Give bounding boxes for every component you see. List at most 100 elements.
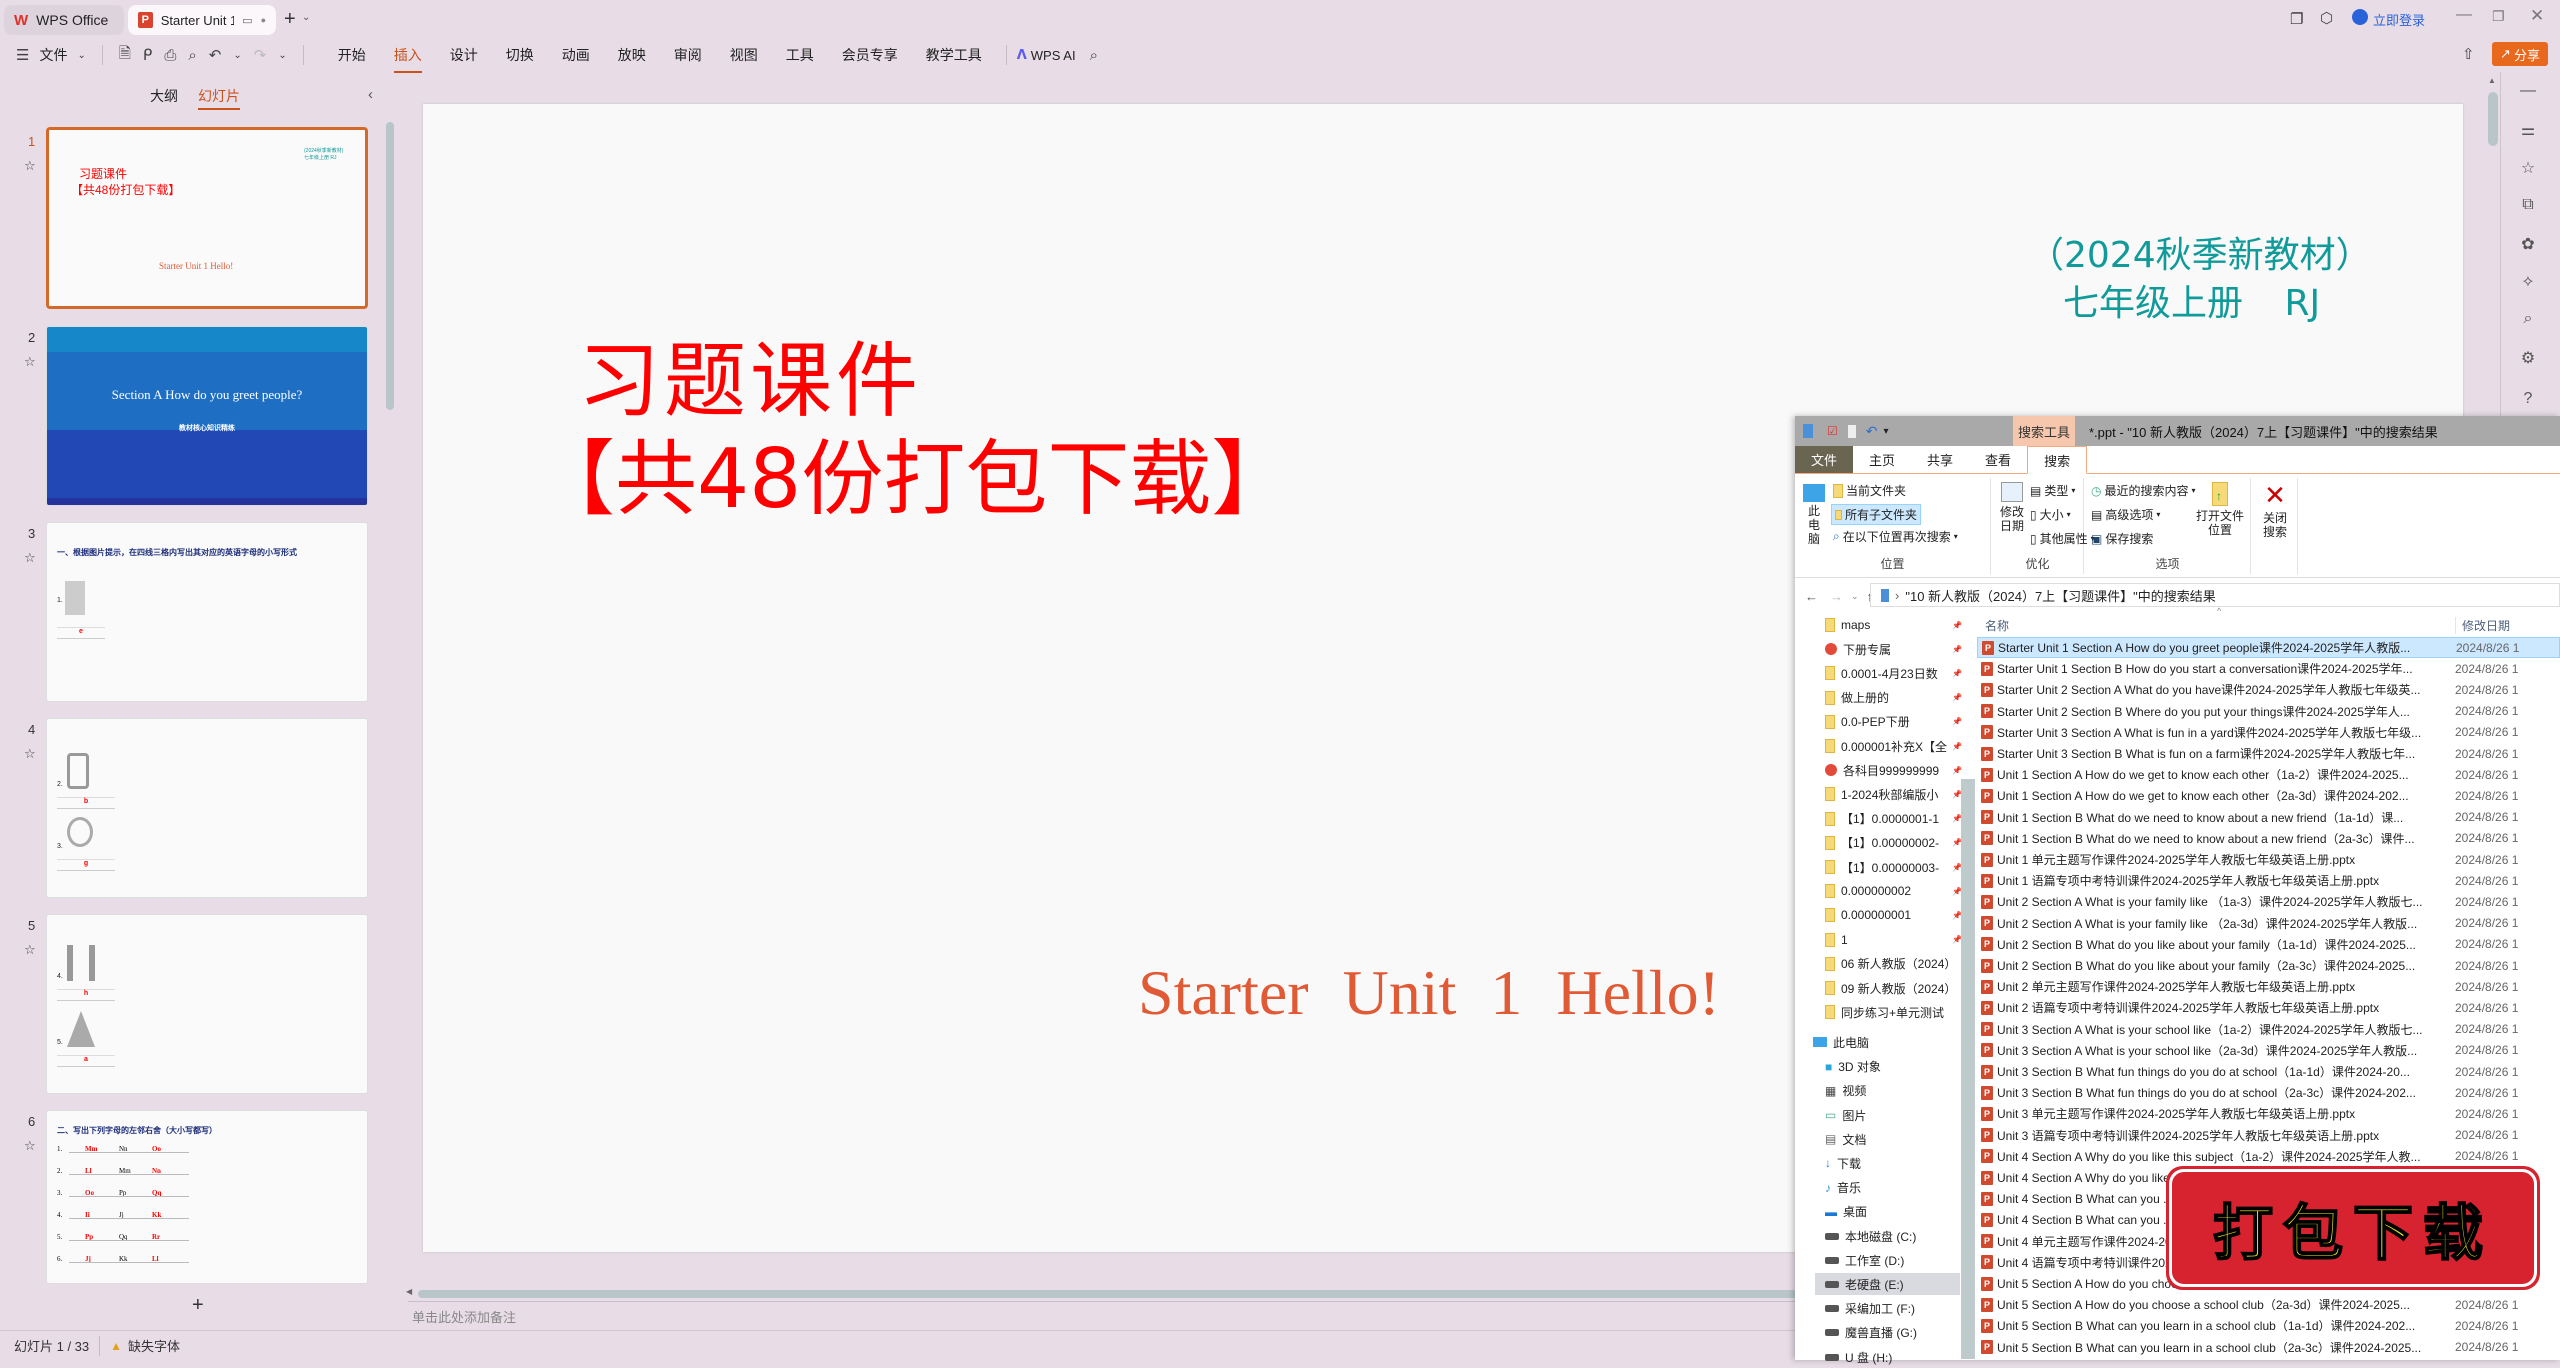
customize-toolbar-icon[interactable]: ▾: [1884, 426, 1889, 437]
magic-wand-icon[interactable]: ✧: [2518, 272, 2538, 292]
menu-view[interactable]: 视图: [716, 45, 772, 65]
all-subfolders-button[interactable]: 所有子文件夹: [1831, 504, 1922, 525]
nav-item-quick-access[interactable]: 【1】0.00000002- 📌: [1825, 832, 1970, 854]
size-button[interactable]: ▯ 大小 ▾: [2030, 506, 2071, 523]
user-avatar-icon[interactable]: [2352, 9, 2368, 25]
more-chevron-icon[interactable]: ⌄: [272, 50, 292, 61]
file-row[interactable]: P Unit 1 Section B What do we need to kno…: [1977, 807, 2560, 828]
restore-button[interactable]: ❐: [2492, 8, 2505, 25]
wps-ai-button[interactable]: WPS AI: [1027, 48, 1084, 63]
slide-thumb-2[interactable]: Section A How do you greet people? 教材核心知…: [46, 326, 368, 506]
window-layout-icon[interactable]: ❐: [2290, 10, 2303, 28]
ribbon-tab-file[interactable]: 文件: [1795, 446, 1854, 473]
nav-item-quick-access[interactable]: 09 新人教版（2024）: [1825, 977, 1970, 999]
star-icon[interactable]: ☆: [24, 158, 36, 174]
slide-title-line2[interactable]: 【共48份打包下载】: [533, 412, 1293, 531]
nav-item-quick-access[interactable]: 0.000001补充X【全 📌: [1825, 735, 1970, 757]
ribbon-tab-home[interactable]: 主页: [1853, 446, 1911, 473]
file-row[interactable]: P Unit 1 Section B What do we need to kno…: [1977, 828, 2560, 849]
nav-item-quick-access[interactable]: 0.0001-4月23日数 📌: [1825, 662, 1970, 684]
file-row[interactable]: P Unit 4 Section A Why do you like this s…: [1977, 1146, 2560, 1167]
search-again-button[interactable]: ⌕ 在以下位置再次搜索 ▾: [1833, 528, 1958, 545]
nav-item-quick-access[interactable]: 1 📌: [1825, 929, 1970, 951]
slide-thumb-1[interactable]: 习题课件 【共48份打包下载】 (2024秋季新教材) 七年级上册 RJ Sta…: [46, 127, 368, 309]
file-row[interactable]: P Starter Unit 1 Section B How do you sta…: [1977, 658, 2560, 679]
nav-item-quick-access[interactable]: 做上册的 📌: [1825, 687, 1970, 709]
advanced-options-button[interactable]: ▤ 高级选项 ▾: [2091, 506, 2160, 523]
nav-item-pc[interactable]: ■ 3D 对象: [1825, 1056, 1970, 1078]
nav-item-quick-access[interactable]: 0.0-PEP下册 📌: [1825, 711, 1970, 733]
nav-item-pc[interactable]: ↓ 下载: [1825, 1152, 1970, 1174]
nav-item-quick-access[interactable]: 1-2024秋部编版小 📌: [1825, 783, 1970, 805]
file-row[interactable]: P Unit 1 单元主题写作课件2024-2025学年人教版七年级英语上册.pp…: [1977, 849, 2560, 870]
file-row[interactable]: P Unit 2 Section A What is your family li…: [1977, 913, 2560, 934]
file-row[interactable]: P Unit 1 Section A How do we get to know …: [1977, 764, 2560, 785]
menu-tools[interactable]: 工具: [772, 45, 828, 65]
book-search-icon[interactable]: ⌕: [2518, 310, 2538, 330]
save-icon[interactable]: 🗎: [113, 43, 137, 68]
panel-scrollbar[interactable]: [386, 122, 394, 410]
menu-teaching-tools[interactable]: 教学工具: [912, 45, 996, 65]
nav-item-pc[interactable]: 本地磁盘 (C:): [1825, 1225, 1970, 1247]
nav-item-quick-access[interactable]: 0.000000001 📌: [1825, 904, 1970, 926]
close-search-button[interactable]: ✕ 关闭搜索: [2260, 482, 2290, 539]
help-icon[interactable]: ?: [2518, 390, 2538, 410]
properties-sliders-icon[interactable]: ⚌: [2518, 120, 2538, 140]
back-arrow-icon[interactable]: ←: [1805, 589, 1818, 604]
tab-slides[interactable]: 幻灯片: [198, 86, 240, 110]
menu-transitions[interactable]: 切换: [492, 45, 548, 65]
type-button[interactable]: ▤ 类型 ▾: [2030, 482, 2075, 499]
file-row[interactable]: P Unit 2 Section A What is your family li…: [1977, 891, 2560, 912]
nav-item-quick-access[interactable]: 【1】0.00000003- 📌: [1825, 856, 1970, 878]
star-icon[interactable]: ☆: [24, 1138, 36, 1154]
nav-item-quick-access[interactable]: 同步练习+单元测试: [1825, 1001, 1970, 1023]
nav-item-pc[interactable]: ♪ 音乐: [1825, 1177, 1970, 1199]
menu-design[interactable]: 设计: [436, 45, 492, 65]
close-button[interactable]: ✕: [2530, 6, 2544, 26]
ribbon-tab-search[interactable]: 搜索: [2027, 446, 2088, 474]
horizontal-scrollbar[interactable]: [418, 1290, 1798, 1298]
slide-thumb-4[interactable]: 2. b 3. g: [46, 718, 368, 898]
nav-item-pc[interactable]: U 盘 (H:): [1825, 1346, 1970, 1368]
file-row[interactable]: P Unit 3 语篇专项中考特训课件2024-2025学年人教版七年级英语上册.…: [1977, 1125, 2560, 1146]
scroll-left-arrow-icon[interactable]: ◀: [406, 1287, 412, 1296]
nav-item-pc[interactable]: 魔兽直播 (G:): [1825, 1322, 1970, 1344]
nav-item-this-pc[interactable]: 此电脑: [1813, 1031, 1958, 1053]
slide-thumb-3[interactable]: 一、根据图片提示，在四线三格内写出其对应的英语字母的小写形式 1. e: [46, 522, 368, 702]
slide-edition-line2[interactable]: 七年级上册 RJ: [2063, 274, 2320, 326]
file-row[interactable]: P Unit 3 单元主题写作课件2024-2025学年人教版七年级英语上册.pp…: [1977, 1103, 2560, 1124]
tab-list-chevron-icon[interactable]: ⌄: [302, 12, 310, 23]
recent-searches-button[interactable]: ◷ 最近的搜索内容 ▾: [2091, 482, 2196, 499]
properties-icon[interactable]: ☑: [1827, 424, 1838, 438]
file-row[interactable]: P Starter Unit 1 Section A How do you gre…: [1977, 637, 2560, 658]
file-row[interactable]: P Unit 2 Section B What do you like about…: [1977, 955, 2560, 976]
nav-scrollbar[interactable]: [1961, 779, 1975, 1359]
nav-item-pc[interactable]: ▦ 视频: [1825, 1080, 1970, 1102]
file-row[interactable]: P Unit 5 Section B What can you learn in …: [1977, 1337, 2560, 1358]
save-search-button[interactable]: ▣ 保存搜索: [2091, 530, 2153, 547]
nav-item-pc[interactable]: 采编加工 (F:): [1825, 1298, 1970, 1320]
missing-font-button[interactable]: 缺失字体: [128, 1336, 180, 1355]
nav-item-quick-access[interactable]: 06 新人教版（2024）: [1825, 953, 1970, 975]
download-stamp-banner[interactable]: 打包下载: [2178, 1178, 2528, 1278]
nav-item-quick-access[interactable]: 各科目999999999 📌: [1825, 759, 1970, 781]
ribbon-tab-view[interactable]: 查看: [1969, 446, 2027, 473]
slide-unit-title[interactable]: Starter Unit 1 Hello!: [1138, 956, 1720, 1030]
file-row[interactable]: P Starter Unit 3 Section A What is fun in…: [1977, 722, 2560, 743]
tab-document[interactable]: P Starter Unit 1 Section A How ▭ ●: [128, 5, 276, 35]
collapse-icon[interactable]: —: [2518, 82, 2538, 102]
recent-locations-icon[interactable]: ⌄: [1851, 591, 1859, 602]
transition-icon[interactable]: ⧉: [2518, 196, 2538, 216]
file-row[interactable]: P Unit 3 Section A What is your school li…: [1977, 1019, 2560, 1040]
login-link[interactable]: 立即登录: [2373, 10, 2425, 29]
file-row[interactable]: P Unit 3 Section A What is your school li…: [1977, 1040, 2560, 1061]
tab-wps-home[interactable]: W WPS Office: [4, 5, 124, 35]
column-date[interactable]: 修改日期: [2455, 616, 2510, 634]
notes-placeholder[interactable]: 单击此处添加备注: [412, 1307, 516, 1326]
nav-item-pc[interactable]: 老硬盘 (E:): [1815, 1273, 1960, 1296]
export-pdf-icon[interactable]: ᑭ: [137, 46, 158, 64]
design-icon[interactable]: ✿: [2518, 234, 2538, 254]
undo-dropdown-icon[interactable]: ⌄: [227, 50, 247, 61]
open-file-location-button[interactable]: ↑ 打开文件位置: [2193, 482, 2247, 537]
file-row[interactable]: P Unit 2 语篇专项中考特训课件2024-2025学年人教版七年级英语上册.…: [1977, 997, 2560, 1018]
